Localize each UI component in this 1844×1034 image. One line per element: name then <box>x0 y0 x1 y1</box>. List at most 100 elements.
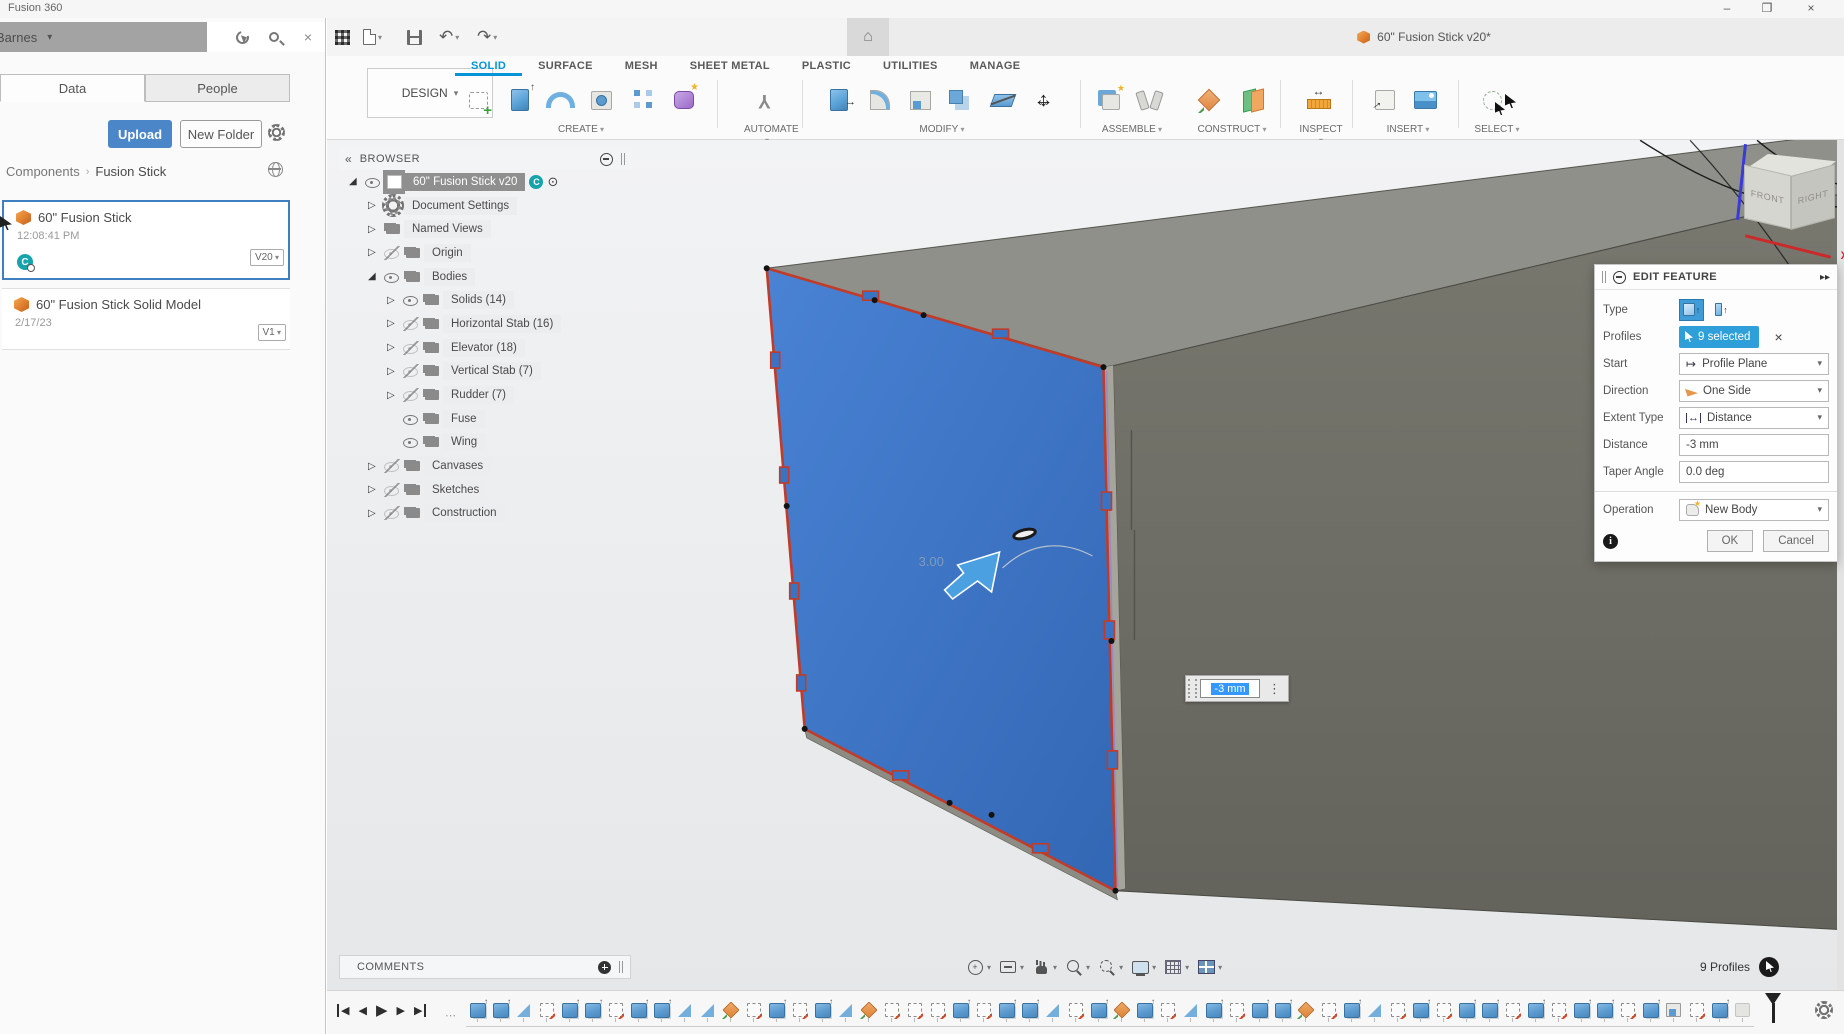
component-card[interactable]: 60" Fusion Stick Solid Model 2/17/23 V1 <box>2 288 290 350</box>
expand-arrow-icon[interactable]: ◢ <box>349 176 363 187</box>
timeline-feature-icon[interactable] <box>1524 998 1547 1022</box>
chevron-down-icon[interactable]: ▾ <box>1185 963 1189 972</box>
timeline-feature-icon[interactable] <box>972 998 995 1022</box>
browser-tree-item[interactable]: ▷ Document Settings <box>339 194 631 218</box>
ribbon-tab[interactable]: UTILITIES <box>867 56 954 76</box>
timeline-feature-icon[interactable] <box>880 998 903 1022</box>
ribbon-tab[interactable]: SOLID <box>455 56 522 76</box>
timeline-feature-icon[interactable] <box>857 998 880 1022</box>
timeline-feature-icon[interactable] <box>1616 998 1639 1022</box>
clear-selection-icon[interactable]: × <box>1774 329 1782 345</box>
tree-item-label[interactable]: Vertical Stab (7) <box>443 362 541 380</box>
selected-profile-face[interactable] <box>767 268 1116 891</box>
tree-item-label[interactable]: 60" Fusion Stick v20 <box>405 173 525 191</box>
canvas-scrollbar[interactable] <box>1837 140 1844 990</box>
ok-button[interactable]: OK <box>1707 530 1754 552</box>
component-card-active[interactable]: 60" Fusion Stick 12:08:41 PM C V20 <box>2 200 290 280</box>
timeline-feature-icon[interactable] <box>1202 998 1225 1022</box>
chevron-down-icon[interactable]: ▾ <box>1119 963 1123 972</box>
ribbon-tool-icon[interactable] <box>1364 78 1405 122</box>
extent-type-select[interactable]: ↔ Distance ▾ <box>1679 407 1829 429</box>
chevron-down-icon[interactable]: ▾ <box>1020 963 1024 972</box>
timeline-feature-icon[interactable] <box>1110 998 1133 1022</box>
minimize-button[interactable]: – <box>1712 1 1742 17</box>
start-select[interactable]: ↦ Profile Plane ▾ <box>1679 353 1829 375</box>
ribbon-tool-icon[interactable] <box>1023 78 1064 122</box>
visibility-eye-icon[interactable] <box>401 317 421 331</box>
info-icon[interactable]: i <box>1603 534 1618 549</box>
timeline-position-marker[interactable] <box>1765 993 1781 1025</box>
ribbon-tool-icon[interactable] <box>859 78 900 122</box>
timeline-feature-icon[interactable] <box>834 998 857 1022</box>
timeline-feature-icon[interactable] <box>788 998 811 1022</box>
direction-select[interactable]: One Side ▾ <box>1679 380 1829 402</box>
visibility-eye-icon[interactable] <box>401 388 421 402</box>
visibility-eye-icon[interactable] <box>382 483 402 497</box>
browser-tree-item[interactable]: ◢ Bodies <box>339 265 631 289</box>
timeline-feature-icon[interactable] <box>1570 998 1593 1022</box>
app-grid-menu-button[interactable] <box>335 26 350 48</box>
ribbon-tool-icon[interactable] <box>458 78 499 122</box>
timeline-settings-gear-icon[interactable] <box>1815 1001 1833 1019</box>
playback-button[interactable]: ◀ <box>337 1004 349 1017</box>
close-window-button[interactable]: × <box>1796 1 1826 17</box>
expand-arrow-icon[interactable]: ▷ <box>368 484 382 495</box>
timeline-feature-icon[interactable] <box>1271 998 1294 1022</box>
data-panel-tab[interactable]: Data <box>0 74 145 102</box>
timeline-feature-icon[interactable] <box>581 998 604 1022</box>
version-dropdown[interactable]: V1 <box>258 324 286 341</box>
ribbon-tab[interactable]: SHEET METAL <box>674 56 786 76</box>
timeline-feature-icon[interactable] <box>811 998 834 1022</box>
ribbon-tool-icon[interactable] <box>663 78 704 122</box>
ribbon-tool-icon[interactable] <box>499 78 540 122</box>
browser-tree-item[interactable]: ▷ Sketches <box>339 478 631 502</box>
tree-item-label[interactable]: Fuse <box>443 410 485 428</box>
browser-tree-item[interactable]: ▷ Canvases <box>339 454 631 478</box>
expand-arrow-icon[interactable]: ▷ <box>368 508 382 519</box>
expand-arrow-icon[interactable]: ▷ <box>387 342 401 353</box>
save-button[interactable] <box>407 26 422 48</box>
timeline-feature-icon[interactable] <box>1593 998 1616 1022</box>
redo-button[interactable]: ↷▾ <box>477 26 497 48</box>
collapse-all-icon[interactable] <box>600 153 613 166</box>
tree-item-label[interactable]: Bodies <box>424 268 475 286</box>
ribbon-tool-icon[interactable] <box>1188 78 1229 122</box>
ribbon-tool-icon[interactable] <box>622 78 663 122</box>
timeline-feature-icon[interactable] <box>535 998 558 1022</box>
new-folder-button[interactable]: New Folder <box>180 120 262 148</box>
visibility-eye-icon[interactable] <box>363 175 383 189</box>
ribbon-tool-icon[interactable] <box>818 78 859 122</box>
timeline-feature-icon[interactable] <box>765 998 788 1022</box>
expand-arrow-icon[interactable]: ▷ <box>368 461 382 472</box>
group-label-select[interactable]: SELECT <box>1472 124 1522 135</box>
browser-tree-item[interactable]: ▷ Construction <box>339 502 631 526</box>
ribbon-tab[interactable]: MESH <box>609 56 674 76</box>
expand-arrow-icon[interactable]: ▷ <box>368 200 382 211</box>
taper-angle-input[interactable]: 0.0 deg <box>1679 461 1829 483</box>
tree-item-label[interactable]: Named Views <box>404 220 491 238</box>
ribbon-tool-icon[interactable] <box>1229 78 1270 122</box>
tree-item-label[interactable]: Origin <box>424 244 471 262</box>
tree-item-label[interactable]: Rudder (7) <box>443 386 514 404</box>
browser-tree-item[interactable]: ▷ Wing <box>339 431 631 455</box>
timeline-feature-icon[interactable] <box>995 998 1018 1022</box>
browser-tree-item[interactable]: ▷ Fuse <box>339 407 631 431</box>
home-tab-button[interactable]: ⌂ <box>847 18 889 56</box>
viewport-nav-button[interactable]: ▾ <box>1163 958 1189 976</box>
globe-icon[interactable] <box>268 162 283 177</box>
dialog-header[interactable]: EDIT FEATURE ▸▸ <box>1595 265 1837 290</box>
visibility-eye-icon[interactable] <box>382 270 402 284</box>
group-label-construct[interactable]: CONSTRUCT <box>1188 124 1276 135</box>
viewport-nav-button[interactable]: ▾ <box>1097 958 1123 976</box>
thin-extrude-type-button[interactable]: ↑ <box>1709 299 1734 321</box>
expand-arrow-icon[interactable]: ▷ <box>387 366 401 377</box>
timeline-feature-icon[interactable] <box>1156 998 1179 1022</box>
view-cube[interactable]: FRONT RIGHT X <box>1742 152 1842 262</box>
refresh-button[interactable] <box>232 28 252 46</box>
undo-button[interactable]: ↶▾ <box>439 26 459 48</box>
project-selector[interactable]: Barnes ▾ <box>0 22 207 52</box>
browser-tree-item[interactable]: ▷ Rudder (7) <box>339 383 631 407</box>
visibility-eye-icon[interactable] <box>401 293 421 307</box>
timeline-feature-icon[interactable] <box>558 998 581 1022</box>
visibility-eye-icon[interactable] <box>382 506 402 520</box>
